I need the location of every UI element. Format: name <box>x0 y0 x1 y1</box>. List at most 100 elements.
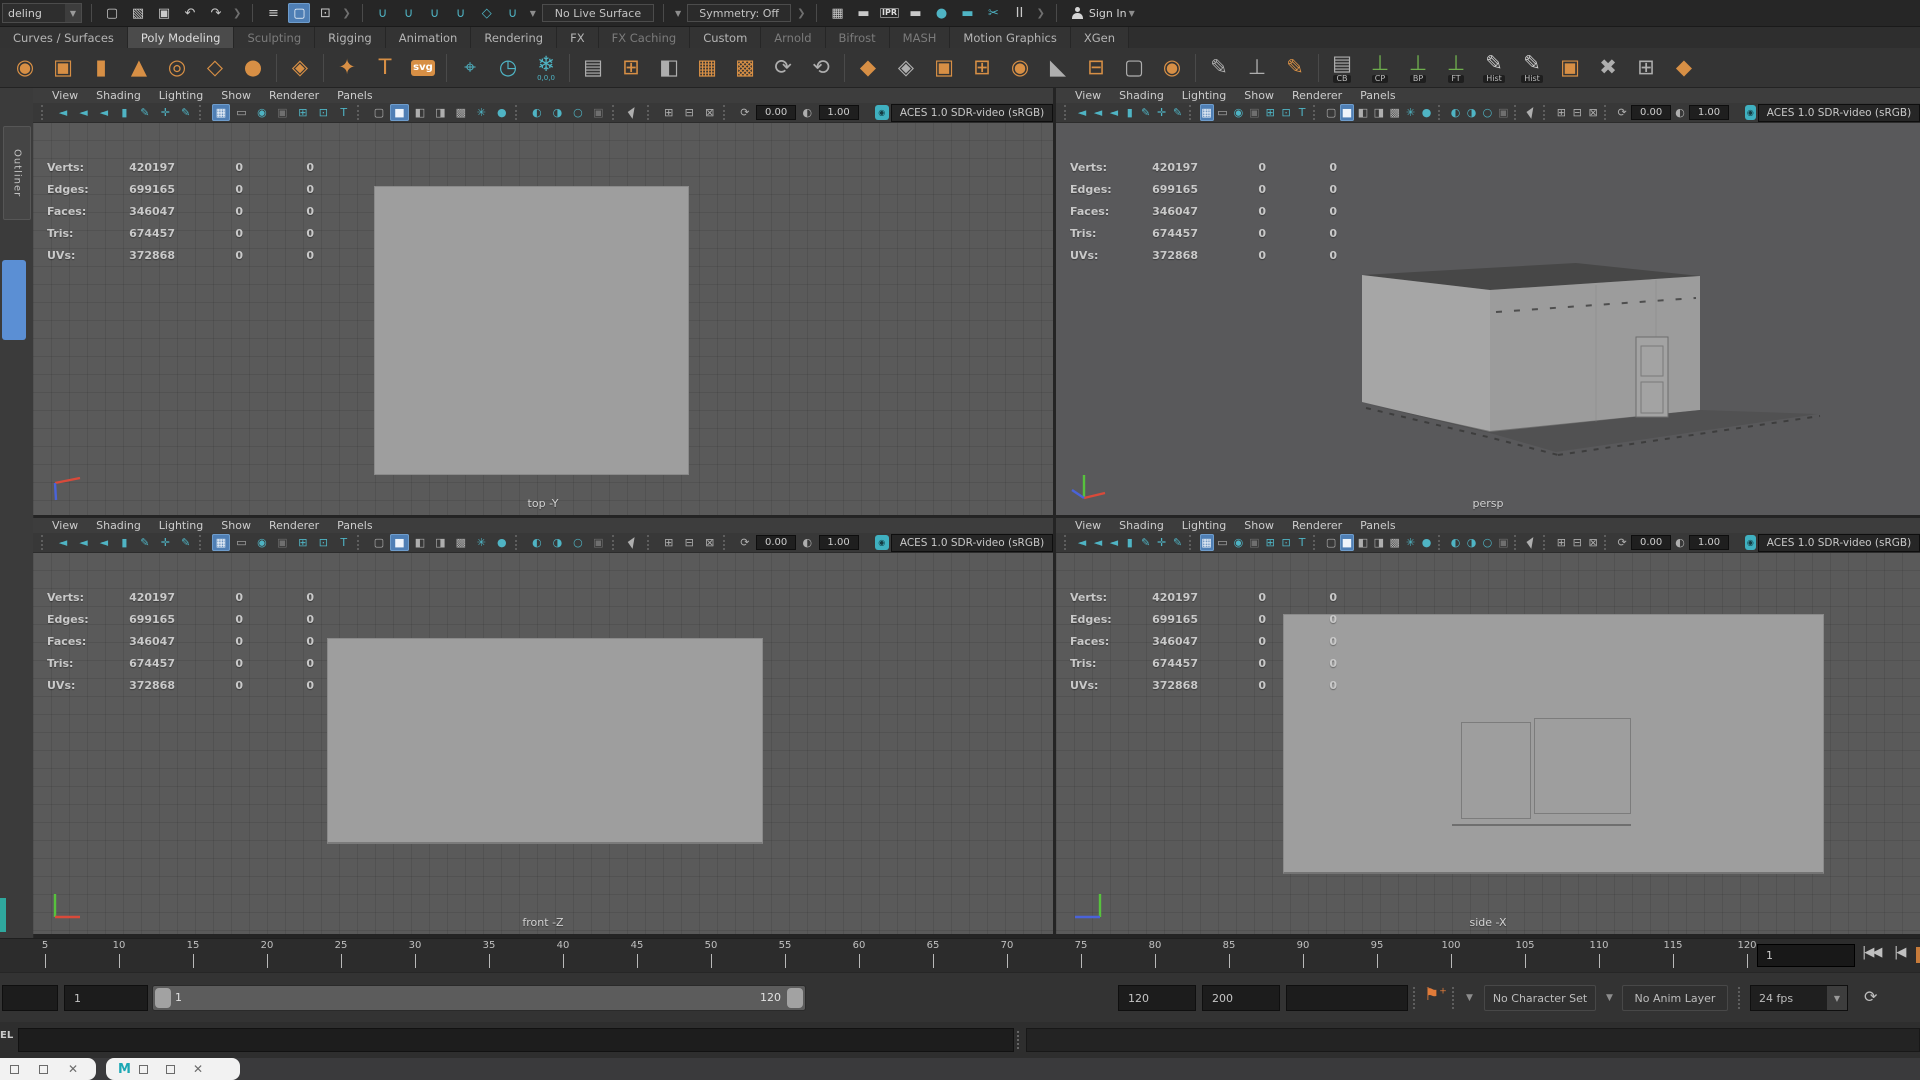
poly-disc-icon[interactable]: ● <box>238 57 268 78</box>
flip-normals-icon[interactable]: ◣ <box>1043 57 1073 78</box>
circularize-icon[interactable]: ◉ <box>1005 57 1035 78</box>
gamma-field[interactable]: 1.00 <box>819 535 859 550</box>
shelf-tab-fx-caching[interactable]: FX Caching <box>599 27 691 48</box>
snapshot-icon[interactable]: ⊠ <box>1586 534 1600 551</box>
exposure-field[interactable]: 0.00 <box>756 105 796 120</box>
view-bookmark-icon[interactable]: ▮ <box>1123 534 1137 551</box>
image-plane-icon[interactable]: ✎ <box>136 534 154 551</box>
gate-mask-icon[interactable]: ▣ <box>1247 104 1261 121</box>
shelf-tab-mash[interactable]: MASH <box>890 27 951 48</box>
save-scene-icon[interactable]: ▣ <box>153 3 175 23</box>
safe-title-icon[interactable]: T <box>1295 104 1309 121</box>
menuset-dropdown[interactable]: deling ▼ <box>2 3 82 23</box>
crease-tool-icon[interactable]: ✎ <box>1204 57 1234 78</box>
shadows-icon[interactable]: ● <box>493 534 511 551</box>
gamma-icon[interactable]: ◐ <box>1673 104 1687 121</box>
paint-transfer-icon[interactable]: ◆ <box>1669 57 1699 78</box>
anti-aliasing-icon[interactable]: ○ <box>1480 104 1494 121</box>
measure-tool-icon[interactable]: ⊥ <box>1242 57 1272 78</box>
use-all-lights-icon[interactable]: ▩ <box>452 104 470 121</box>
command-line-grip[interactable] <box>1017 1031 1022 1049</box>
redo-icon[interactable]: ↷ <box>205 3 227 23</box>
shelf-tab-animation[interactable]: Animation <box>386 27 472 48</box>
platonic-solid-icon[interactable]: ◈ <box>285 57 315 78</box>
menu-renderer[interactable]: Renderer <box>1283 519 1351 532</box>
menu-show[interactable]: Show <box>212 519 260 532</box>
wireframe-on-shaded-icon[interactable]: ◧ <box>1356 104 1370 121</box>
default-lighting-icon[interactable]: ✳ <box>1404 104 1418 121</box>
animation-end-field[interactable]: 200 <box>1202 985 1280 1011</box>
motion-blur-icon[interactable]: ◑ <box>548 534 566 551</box>
shelf-tab-xgen[interactable]: XGen <box>1071 27 1129 48</box>
exposure-field[interactable]: 0.00 <box>756 535 796 550</box>
motion-blur-icon[interactable]: ◑ <box>548 104 566 121</box>
use-all-lights-icon[interactable]: ▩ <box>1388 104 1402 121</box>
wireframe-mode-icon[interactable]: ▢ <box>370 534 388 551</box>
render-setup-icon[interactable]: ▬ <box>904 3 926 23</box>
anti-aliasing-icon[interactable]: ○ <box>1480 534 1494 551</box>
grease-pencil-icon[interactable]: ✎ <box>1171 534 1185 551</box>
live-surface-field[interactable]: No Live Surface <box>542 4 654 22</box>
animation-start-field[interactable] <box>2 985 58 1011</box>
select-cursor-icon[interactable]: ◤ <box>1522 102 1543 124</box>
colorspace-badge[interactable]: ACES 1.0 SDR-video (sRGB) <box>1758 534 1920 552</box>
new-scene-icon[interactable]: ▢ <box>101 3 123 23</box>
shelf-tab-poly-modeling[interactable]: Poly Modeling <box>128 27 235 48</box>
camera-attributes-icon[interactable]: ◄ <box>1107 534 1121 551</box>
group-expand-arrow-icon[interactable]: ❯ <box>1036 8 1044 19</box>
camera-select-icon[interactable]: ◄ <box>1075 534 1089 551</box>
menu-view[interactable]: View <box>43 519 87 532</box>
field-chart-icon[interactable]: ⊞ <box>1263 534 1277 551</box>
camera-lock-icon[interactable]: ◄ <box>1091 534 1105 551</box>
gamma-icon[interactable]: ◐ <box>1673 534 1687 551</box>
snapshot-icon[interactable]: ⊠ <box>700 104 718 121</box>
resolution-gate-icon[interactable]: ◉ <box>253 534 271 551</box>
poly-cube-icon[interactable]: ▣ <box>48 57 78 78</box>
film-gate-icon[interactable]: ▭ <box>1216 534 1230 551</box>
safe-action-icon[interactable]: ⊡ <box>314 104 332 121</box>
freeze-transform-icon[interactable]: ⊥FT <box>1441 53 1471 83</box>
character-set-selector[interactable]: No Character Set <box>1484 985 1596 1011</box>
outliner-tab[interactable]: Outliner <box>3 126 31 220</box>
poly-cube-arrow-icon[interactable]: ▣ <box>1555 57 1585 78</box>
color-management-toggle[interactable]: ◉ <box>1745 105 1756 120</box>
view-bookmark-icon[interactable]: ▮ <box>1123 104 1137 121</box>
range-start-handle[interactable] <box>155 988 171 1008</box>
wireframe-mode-icon[interactable]: ▢ <box>1324 104 1338 121</box>
menu-lighting[interactable]: Lighting <box>150 89 212 102</box>
poly-plane-icon[interactable]: ◇ <box>200 57 230 78</box>
menu-panels[interactable]: Panels <box>1351 519 1404 532</box>
gate-mask-icon[interactable]: ▣ <box>273 104 291 121</box>
exposure-icon[interactable]: ⟳ <box>736 104 754 121</box>
copy-pixels-icon[interactable]: ⊞ <box>660 104 678 121</box>
mirror-icon[interactable]: ◧ <box>654 57 684 78</box>
default-lighting-icon[interactable]: ✳ <box>472 534 490 551</box>
sign-in-button[interactable]: Sign In ▼ <box>1066 7 1143 20</box>
menu-shading[interactable]: Shading <box>1110 519 1173 532</box>
camera-select-icon[interactable]: ◄ <box>54 534 72 551</box>
snap-to-projected-center-icon[interactable]: ∪ <box>450 3 472 23</box>
grease-pencil-icon[interactable]: ✎ <box>1171 104 1185 121</box>
shelf-tab-custom[interactable]: Custom <box>690 27 761 48</box>
menu-panels[interactable]: Panels <box>1351 89 1404 102</box>
restore-window-icon[interactable] <box>139 1065 148 1074</box>
maximize-window-icon[interactable] <box>166 1065 175 1074</box>
close-window-icon[interactable]: ✕ <box>193 1063 203 1075</box>
channel-box-icon[interactable]: ▤CB <box>1327 53 1357 83</box>
film-gate-icon[interactable]: ▭ <box>232 534 250 551</box>
grid-toggle-icon[interactable]: ▦ <box>1200 534 1214 551</box>
default-lighting-icon[interactable]: ✳ <box>1404 534 1418 551</box>
gamma-icon[interactable]: ◐ <box>798 534 816 551</box>
isolate-select-icon[interactable]: ▣ <box>589 104 607 121</box>
snapshot-icon[interactable]: ⊠ <box>700 534 718 551</box>
film-gate-icon[interactable]: ▭ <box>232 104 250 121</box>
chevron-down-icon[interactable]: ▼ <box>1606 993 1613 1003</box>
grease-pencil-icon[interactable]: ✎ <box>177 534 195 551</box>
view-bookmark-icon[interactable]: ▮ <box>115 104 133 121</box>
select-cursor-icon[interactable]: ◤ <box>621 100 646 125</box>
snap-to-curve-icon[interactable]: ∪ <box>398 3 420 23</box>
menu-show[interactable]: Show <box>1235 89 1283 102</box>
isolate-select-icon[interactable]: ▣ <box>1496 534 1510 551</box>
hypershade-icon[interactable]: ● <box>930 3 952 23</box>
center-pivot-icon[interactable]: ⊥CP <box>1365 53 1395 83</box>
